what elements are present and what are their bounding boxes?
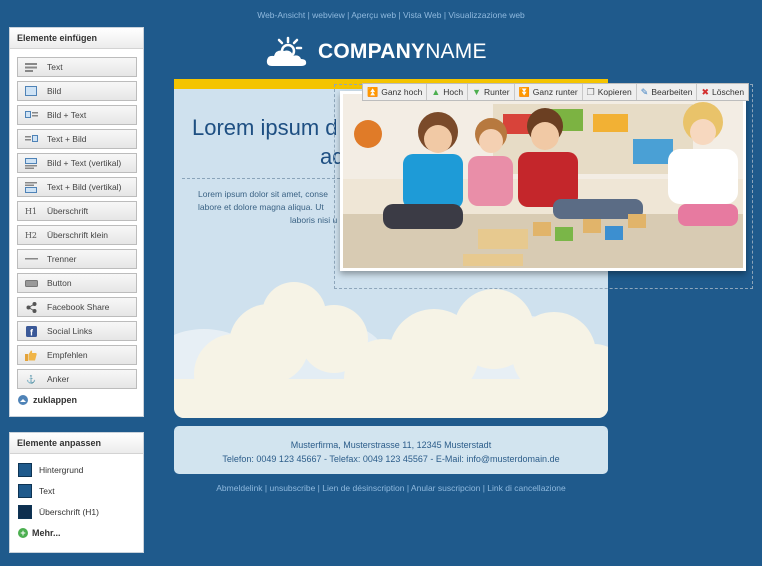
insert-item-label: Text [47,62,63,72]
text-image-vertical-icon [24,181,38,193]
insert-item-label: Text + Bild [47,134,87,144]
insert-item-recommend[interactable]: Empfehlen [17,345,137,365]
adjust-elements-panel: Elemente anpassen Hintergrund Text Übers… [9,432,144,553]
more-label: Mehr... [32,528,61,538]
insert-panel-title: Elemente einfügen [10,28,143,49]
thumbs-up-icon [24,349,38,361]
insert-elements-panel: Elemente einfügen Text Bild Bild + Text … [9,27,144,417]
more-button[interactable]: + Mehr... [18,528,143,538]
move-down-button[interactable]: ▼ Runter [468,84,515,100]
footer-contact: Telefon: 0049 123 45667 - Telefax: 0049 … [222,454,560,464]
insert-item-heading[interactable]: H1 Überschrift [17,201,137,221]
toolbar-label: Runter [484,87,510,97]
web-view-links[interactable]: Web-Ansicht | webview | Aperçu web | Vis… [174,10,608,20]
image-text-vertical-icon [24,157,38,169]
adjust-item-background[interactable]: Hintergrund [18,462,143,478]
double-arrow-down-icon: ⏬ [518,86,530,97]
image-text-icon [24,109,38,121]
insert-item-image[interactable]: Bild [17,81,137,101]
toolbar-label: Ganz hoch [381,87,423,97]
insert-item-label: Anker [47,374,70,384]
insert-item-label: Empfehlen [47,350,88,360]
insert-item-label: Facebook Share [47,302,110,312]
insert-item-anchor[interactable]: ⚓ Anker [17,369,137,389]
toolbar-label: Ganz runter [532,87,578,97]
cloud-logo-icon [266,36,307,66]
insert-item-heading-small[interactable]: H2 Überschrift klein [17,225,137,245]
insert-item-label: Bild + Text (vertikal) [47,158,122,168]
h2-icon: H2 [24,230,38,240]
text-image-icon [24,133,38,145]
toolbar-label: Hoch [443,87,464,97]
insert-item-label: Bild + Text [47,110,87,120]
text-icon [24,61,38,73]
toolbar-label: Löschen [711,87,745,97]
footer-address-box: Musterfirma, Musterstrasse 11, 12345 Mus… [174,426,608,474]
kids-playing-photo [343,94,743,268]
logo-bold-text: COMPANY [318,40,426,63]
insert-list: Text Bild Bild + Text Text + Bild Bild +… [10,49,143,389]
collapse-icon [18,395,28,405]
company-logo: COMPANYNAME [266,36,487,68]
insert-item-divider[interactable]: Trenner [17,249,137,269]
collapse-button[interactable]: zuklappen [18,395,143,405]
move-bottom-button[interactable]: ⏬ Ganz runter [515,84,583,100]
toolbar-label: Bearbeiten [651,87,693,97]
button-icon [24,277,38,289]
divider-icon [24,253,38,265]
unsubscribe-links[interactable]: Abmeldelink | unsubscribe | Lien de dési… [174,483,608,493]
edit-button[interactable]: ✎ Bearbeiten [637,84,698,100]
adjust-panel-title: Elemente anpassen [10,433,143,454]
move-top-button[interactable]: ⏫ Ganz hoch [363,84,428,100]
collapse-label: zuklappen [33,395,78,405]
company-name: COMPANYNAME [318,40,487,64]
heading-color-swatch[interactable] [18,505,32,519]
insert-item-facebook-share[interactable]: Facebook Share [17,297,137,317]
arrow-down-icon: ▼ [472,87,482,97]
plus-icon: + [18,528,28,538]
insert-item-text-image-vertical[interactable]: Text + Bild (vertikal) [17,177,137,197]
insert-item-label: Button [47,278,72,288]
adjust-item-label: Überschrift (H1) [39,507,99,517]
adjust-list: Hintergrund Text Überschrift (H1) [10,454,143,520]
insert-item-image-text-vertical[interactable]: Bild + Text (vertikal) [17,153,137,173]
insert-item-label: Social Links [47,326,93,336]
insert-item-label: Trenner [47,254,77,264]
image-icon [24,85,38,97]
insert-item-button[interactable]: Button [17,273,137,293]
insert-item-text-image[interactable]: Text + Bild [17,129,137,149]
move-up-button[interactable]: ▲ Hoch [427,84,469,100]
h1-icon: H1 [24,206,38,216]
insert-item-label: Bild [47,86,62,96]
insert-item-label: Überschrift klein [47,230,108,240]
logo-light-text: NAME [425,40,487,63]
adjust-item-label: Hintergrund [39,465,84,475]
share-icon [24,301,38,313]
copy-icon: ❐ [586,86,595,97]
adjust-item-heading[interactable]: Überschrift (H1) [18,504,143,520]
facebook-icon: f [24,325,38,337]
insert-item-label: Überschrift [47,206,89,216]
delete-button[interactable]: ✖ Löschen [697,84,748,100]
footer-address: Musterfirma, Musterstrasse 11, 12345 Mus… [290,440,492,450]
insert-item-label: Text + Bild (vertikal) [47,182,122,192]
toolbar-label: Kopieren [597,87,632,97]
background-color-swatch[interactable] [18,463,32,477]
adjust-item-label: Text [39,486,55,496]
block-toolbar: ⏫ Ganz hoch ▲ Hoch ▼ Runter ⏬ Ganz runte… [362,83,750,101]
content-image[interactable] [340,91,746,271]
double-arrow-up-icon: ⏫ [367,86,379,97]
text-color-swatch[interactable] [18,484,32,498]
insert-item-image-text[interactable]: Bild + Text [17,105,137,125]
arrow-up-icon: ▲ [431,87,441,97]
insert-item-text[interactable]: Text [17,57,137,77]
copy-button[interactable]: ❐ Kopieren [583,84,637,100]
anchor-icon: ⚓ [26,374,36,384]
insert-item-social-links[interactable]: f Social Links [17,321,137,341]
adjust-item-text[interactable]: Text [18,483,143,499]
pencil-icon: ✎ [640,86,649,97]
delete-icon: ✖ [701,86,709,97]
